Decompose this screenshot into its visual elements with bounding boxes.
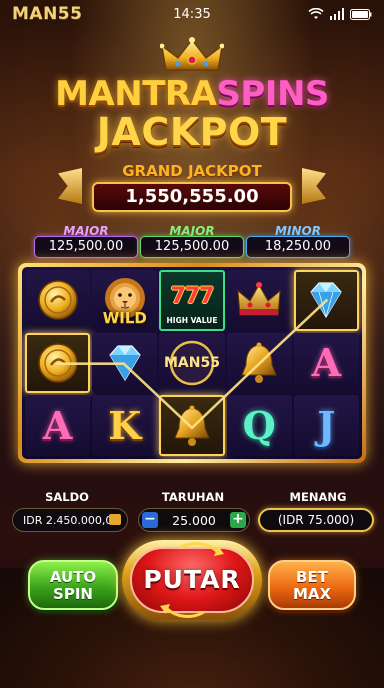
- letter-j-symbol: J: [317, 402, 336, 448]
- battery-icon: [350, 8, 372, 20]
- reel-cell-gold-coin: [25, 332, 91, 394]
- reel-cell-crown: [226, 270, 292, 331]
- grand-jackpot-title: GRAND JACKPOT: [122, 162, 262, 180]
- saldo-value: IDR 2.450.000,00: [23, 513, 120, 527]
- jackpot-major-purple: MAJOR 125,500.00: [34, 224, 138, 260]
- auto-spin-line1: AUTO: [49, 568, 97, 586]
- logo-word-spins: SPINS: [216, 74, 329, 114]
- wallet-icon: [109, 514, 121, 525]
- jackpot-minor-blue: MINOR 18,250.00: [246, 224, 350, 260]
- bet-stepper: − 25.000 +: [138, 508, 250, 532]
- letter-k-symbol: K: [108, 402, 142, 448]
- win-amount-display: (IDR 75.000): [258, 508, 374, 532]
- letter-a-symbol: A: [42, 402, 73, 448]
- man55-coin-label: MAN55: [164, 354, 220, 371]
- reel-cell-diamond: [92, 332, 158, 394]
- reel-cell-bell: [159, 395, 225, 456]
- reel-cell-letter-a: A: [293, 332, 359, 394]
- jackpot-value: 125,500.00: [34, 236, 138, 258]
- logo-word-jackpot: JACKPOT: [96, 110, 288, 154]
- menang-label: MENANG: [289, 490, 347, 504]
- jackpot-value: 18,250.00: [246, 236, 350, 258]
- system-icons: [308, 8, 372, 20]
- letter-a-symbol: A: [311, 339, 342, 385]
- reel-cell-letter-k: K: [92, 395, 158, 456]
- grand-jackpot-value: 1,550,555.00: [92, 182, 292, 212]
- bet-max-line2: MAX: [292, 585, 332, 603]
- crown-icon: [160, 37, 224, 71]
- bet-increase-button[interactable]: +: [230, 512, 246, 528]
- gold-coin-icon: [37, 343, 78, 383]
- bet-max-line1: BET: [296, 568, 328, 586]
- diamond-icon: [310, 282, 343, 319]
- jackpot-value: 125,500.00: [140, 236, 244, 258]
- taruhan-label: TARUHAN: [161, 490, 225, 504]
- status-bar: MAN55 14:35: [0, 0, 384, 28]
- jackpot-major-green: MAJOR 125,500.00: [140, 224, 244, 260]
- saldo-label: SALDO: [45, 490, 89, 504]
- diamond-icon: [109, 345, 141, 382]
- bell-icon: [241, 342, 277, 383]
- reel-cell-letter-a: A: [25, 395, 91, 456]
- game-logo-title: MANTRASPINS: [0, 76, 384, 112]
- saldo-display: IDR 2.450.000,00: [12, 508, 128, 532]
- reel-grid: WILD 777 HIGH VALUE MAN55 A A K Q J: [22, 267, 362, 459]
- wild-label: WILD: [102, 308, 147, 327]
- bet-max-button[interactable]: BET MAX: [268, 560, 356, 610]
- reel-cell-lion-wild: WILD: [92, 270, 158, 331]
- auto-spin-button[interactable]: AUTO SPIN: [28, 560, 118, 610]
- clock: 14:35: [173, 6, 211, 22]
- brand-logo: MAN55: [12, 4, 83, 24]
- letter-q-symbol: Q: [242, 402, 276, 448]
- wifi-icon: [308, 8, 324, 19]
- auto-spin-line2: SPIN: [53, 585, 93, 603]
- reel-cell-letter-q: Q: [226, 395, 292, 456]
- reel-cell-bell: [226, 332, 292, 394]
- bell-icon: [174, 405, 210, 446]
- reel-cell-letter-j: J: [293, 395, 359, 456]
- bet-value: 25.000: [172, 512, 216, 528]
- crown-icon: [237, 282, 281, 316]
- spin-button[interactable]: PUTAR: [130, 547, 254, 613]
- bet-decrease-button[interactable]: −: [142, 512, 158, 528]
- slot-reels: WILD 777 HIGH VALUE MAN55 A A K Q J: [18, 263, 366, 463]
- signal-icon: [330, 8, 344, 20]
- seven-symbol: 777: [170, 284, 215, 309]
- gold-coin-icon: [37, 280, 78, 321]
- high-value-label: HIGH VALUE: [166, 315, 218, 325]
- logo-word-mantra: MANTRA: [55, 74, 217, 114]
- grand-jackpot-panel: GRAND JACKPOT 1,550,555.00: [78, 162, 306, 218]
- reel-cell-seven-high-value: 777 HIGH VALUE: [159, 270, 225, 331]
- reel-cell-gold-coin: [25, 270, 91, 331]
- reel-cell-man55-coin: MAN55: [159, 332, 225, 394]
- reel-cell-diamond: [293, 270, 359, 331]
